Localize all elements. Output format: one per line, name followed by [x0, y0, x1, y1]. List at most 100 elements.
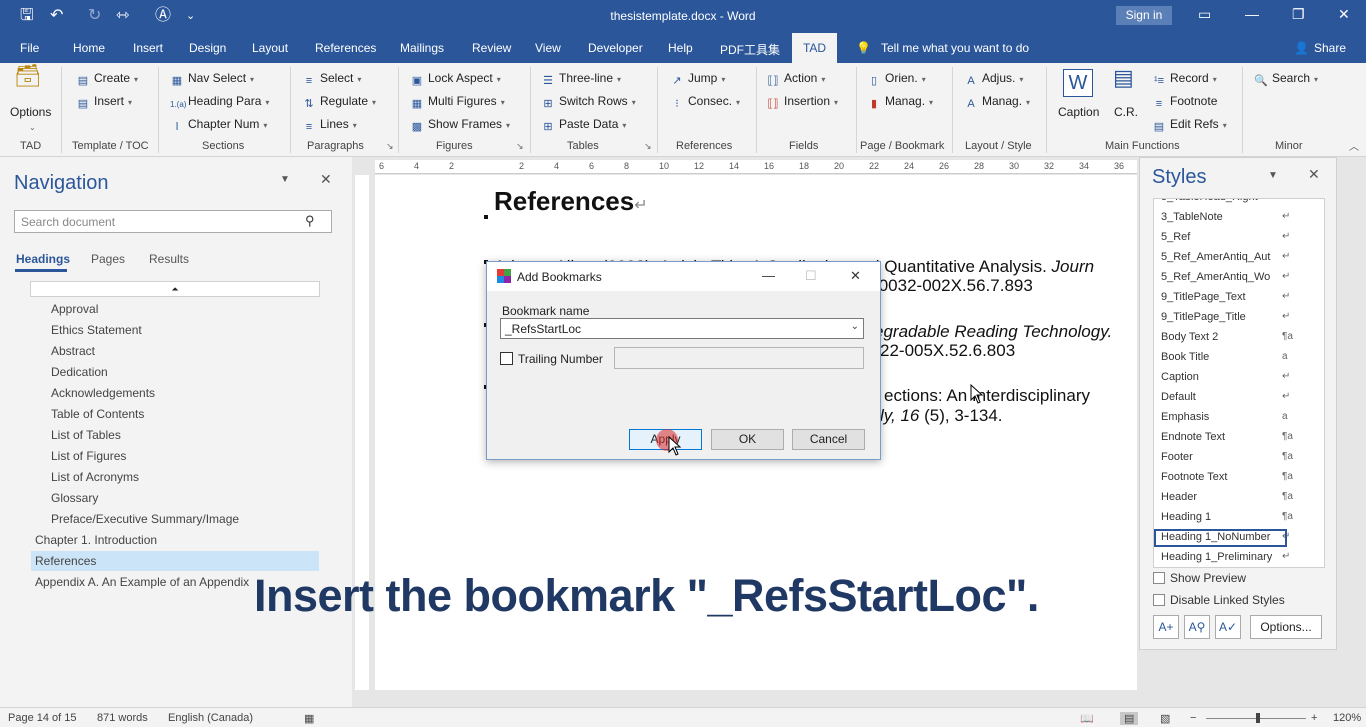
- tab-tad[interactable]: TAD: [792, 33, 837, 64]
- style-item[interactable]: Header: [1161, 491, 1279, 503]
- dialog-launcher-icon[interactable]: ↘: [644, 141, 652, 152]
- nav-item-abstract[interactable]: Abstract: [51, 344, 95, 358]
- document-heading[interactable]: References↵: [494, 186, 648, 217]
- nav-item-list-of-acronyms[interactable]: List of Acronyms: [51, 470, 139, 484]
- consec-button[interactable]: ⁝ Consec. ▾: [670, 94, 740, 110]
- dialog-launcher-icon[interactable]: ↘: [386, 141, 394, 152]
- styles-list[interactable]: 5_TableHead_Right↵3_TableNote↵5_Ref↵5_Re…: [1153, 198, 1325, 568]
- reference-line-3[interactable]: egradable Reading Technology.: [874, 322, 1112, 342]
- heading-para-button[interactable]: 1.(a) Heading Para ▾: [170, 94, 269, 110]
- jump-button[interactable]: ↗ Jump ▾: [670, 71, 725, 87]
- close-icon[interactable]: ✕: [1308, 166, 1320, 183]
- dialog-title-bar[interactable]: Add Bookmarks — ☐ ✕: [487, 262, 880, 291]
- nav-item-glossary[interactable]: Glossary: [51, 491, 98, 505]
- style-item[interactable]: Footnote Text: [1161, 471, 1279, 483]
- ok-button[interactable]: OK: [711, 429, 784, 450]
- cr-button[interactable]: C.R.: [1114, 105, 1138, 119]
- style-item[interactable]: Body Text 2: [1161, 331, 1279, 343]
- tab-file[interactable]: File: [20, 41, 39, 55]
- select-button[interactable]: ≡ Select ▾: [302, 71, 362, 87]
- cross-reference-icon[interactable]: ▤: [1113, 67, 1134, 89]
- switch-rows-button[interactable]: ⊞ Switch Rows ▾: [541, 94, 635, 110]
- nav-item-dedication[interactable]: Dedication: [51, 365, 108, 379]
- reference-line-5[interactable]: ections: An Interdisciplinary: [884, 386, 1090, 406]
- chapter-num-button[interactable]: ǀ Chapter Num ▾: [170, 117, 268, 133]
- ribbon-display-icon[interactable]: ▭: [1198, 6, 1211, 23]
- insert-button[interactable]: ▤ Insert ▾: [76, 94, 132, 110]
- bookmark-manag-button[interactable]: ▮ Manag. ▾: [867, 94, 933, 110]
- close-icon[interactable]: ✕: [1338, 6, 1350, 23]
- word-count[interactable]: 871 words: [97, 712, 148, 724]
- pane-options-icon[interactable]: ▼: [280, 174, 290, 185]
- tab-results[interactable]: Results: [149, 252, 189, 266]
- nav-item-appendix-a[interactable]: Appendix A. An Example of an Appendix: [35, 575, 249, 589]
- style-item[interactable]: 5_Ref_AmerAntiq_Aut: [1161, 251, 1279, 263]
- minimize-icon[interactable]: —: [1245, 6, 1259, 22]
- page-count[interactable]: Page 14 of 15: [8, 712, 77, 724]
- three-line-button[interactable]: ☰ Three-line ▾: [541, 71, 621, 87]
- style-item[interactable]: 3_TableNote: [1161, 211, 1279, 223]
- nav-item-ethics[interactable]: Ethics Statement: [51, 323, 142, 337]
- nav-select-button[interactable]: ▦ Nav Select ▾: [170, 71, 254, 87]
- trailing-number-checkbox[interactable]: [500, 352, 513, 365]
- reference-line-4[interactable]: 22-005X.52.6.803: [880, 341, 1015, 361]
- restore-icon[interactable]: ❐: [1292, 6, 1305, 23]
- style-item[interactable]: 9_TitlePage_Title: [1161, 311, 1279, 323]
- insertion-button[interactable]: ⟦⟧ Insertion ▾: [766, 94, 839, 110]
- dialog-launcher-icon[interactable]: ↘: [516, 141, 524, 152]
- tab-mailings[interactable]: Mailings: [400, 41, 444, 55]
- style-item[interactable]: 5_Ref: [1161, 231, 1279, 243]
- style-item[interactable]: 9_TitlePage_Text: [1161, 291, 1279, 303]
- adjus-button[interactable]: A Adjus. ▾: [964, 71, 1023, 87]
- chevron-down-icon[interactable]: ⌄: [29, 121, 36, 135]
- nav-item-preface[interactable]: Preface/Executive Summary/Image: [51, 512, 239, 526]
- style-item[interactable]: 5_TableHead_Right: [1161, 199, 1279, 203]
- tab-help[interactable]: Help: [668, 41, 693, 55]
- search-button[interactable]: 🔍 Search ▾: [1254, 71, 1318, 87]
- collapse-ribbon-icon[interactable]: ︿: [1349, 141, 1359, 155]
- nav-item-list-of-figures[interactable]: List of Figures: [51, 449, 126, 463]
- tab-references[interactable]: References: [315, 41, 376, 55]
- read-mode-icon[interactable]: 📖: [1080, 712, 1094, 725]
- options-icon[interactable]: 🗃: [14, 65, 42, 87]
- tell-me-search[interactable]: Tell me what you want to do: [881, 41, 1029, 55]
- options-button[interactable]: Options...: [1250, 615, 1322, 639]
- nav-item-approval[interactable]: Approval: [51, 302, 98, 316]
- show-frames-button[interactable]: ▩ Show Frames ▾: [410, 117, 510, 133]
- nav-item-chapter-1[interactable]: Chapter 1. Introduction: [35, 533, 157, 547]
- zoom-out-icon[interactable]: −: [1190, 712, 1196, 724]
- style-item[interactable]: Heading 1_Preliminary: [1161, 551, 1279, 563]
- search-icon[interactable]: ⚲: [305, 213, 315, 229]
- close-icon[interactable]: ✕: [850, 268, 861, 284]
- cancel-button[interactable]: Cancel: [792, 429, 865, 450]
- nav-item-list-of-tables[interactable]: List of Tables: [51, 428, 121, 442]
- tab-design[interactable]: Design: [189, 41, 226, 55]
- reference-line-2[interactable]: /0032-002X.56.7.893: [874, 276, 1033, 296]
- nav-item-acknowledgements[interactable]: Acknowledgements: [51, 386, 155, 400]
- collapse-headings-icon[interactable]: ⏶: [30, 281, 320, 297]
- zoom-slider-thumb[interactable]: [1256, 713, 1260, 723]
- bookmark-name-combobox[interactable]: _RefsStartLoc ⌄: [500, 318, 864, 339]
- new-style-icon[interactable]: A+: [1153, 615, 1179, 639]
- tab-layout[interactable]: Layout: [252, 41, 288, 55]
- minimize-icon[interactable]: —: [762, 268, 775, 283]
- language[interactable]: English (Canada): [168, 712, 253, 724]
- style-item[interactable]: Heading 1: [1161, 511, 1279, 523]
- search-document-input[interactable]: Search document ⚲: [14, 210, 332, 233]
- caption-icon[interactable]: W: [1063, 69, 1093, 97]
- style-item[interactable]: 5_Ref_AmerAntiq_Wo: [1161, 271, 1279, 283]
- paste-data-button[interactable]: ⊞ Paste Data ▾: [541, 117, 626, 133]
- footnote-button[interactable]: ≡ Footnote: [1152, 94, 1218, 110]
- style-item[interactable]: Book Title: [1161, 351, 1279, 363]
- sign-in-button[interactable]: Sign in: [1116, 6, 1172, 25]
- style-inspector-icon[interactable]: A⚲: [1184, 615, 1210, 639]
- tab-review[interactable]: Review: [472, 41, 511, 55]
- caption-button[interactable]: Caption: [1058, 105, 1099, 119]
- tab-pdf-tools[interactable]: PDF工具集: [720, 41, 780, 58]
- lines-button[interactable]: ≡ Lines ▾: [302, 117, 357, 133]
- manage-styles-icon[interactable]: A✓: [1215, 615, 1241, 639]
- nav-item-references[interactable]: References: [35, 554, 96, 568]
- share-button[interactable]: Share: [1314, 41, 1346, 55]
- pane-options-icon[interactable]: ▼: [1268, 170, 1278, 181]
- chevron-down-icon[interactable]: ⌄: [851, 321, 859, 332]
